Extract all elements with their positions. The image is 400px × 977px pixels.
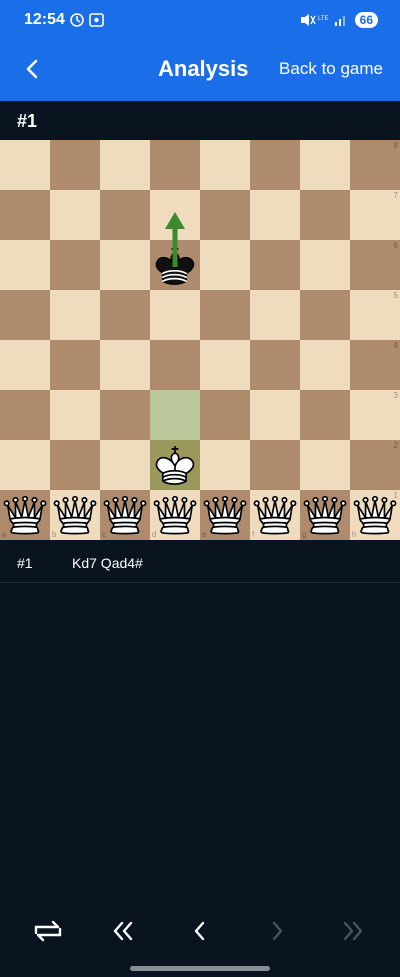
square-g7[interactable]: [300, 190, 350, 240]
square-d2[interactable]: [150, 440, 200, 490]
square-c4[interactable]: [100, 340, 150, 390]
square-e3[interactable]: [200, 390, 250, 440]
square-c6[interactable]: [100, 240, 150, 290]
analysis-navigation: [0, 905, 400, 955]
square-d3[interactable]: [150, 390, 200, 440]
move-list: #1 Kd7 Qad4#: [0, 540, 400, 583]
square-g3[interactable]: [300, 390, 350, 440]
square-d5[interactable]: [150, 290, 200, 340]
square-f3[interactable]: [250, 390, 300, 440]
first-move-icon[interactable]: [105, 913, 141, 949]
square-b5[interactable]: [50, 290, 100, 340]
square-d4[interactable]: [150, 340, 200, 390]
square-d7[interactable]: [150, 190, 200, 240]
next-move-icon[interactable]: [259, 913, 295, 949]
square-c8[interactable]: [100, 140, 150, 190]
square-h6[interactable]: 6: [350, 240, 400, 290]
square-a5[interactable]: [0, 290, 50, 340]
move-number: #1: [17, 555, 33, 571]
square-g1[interactable]: g: [300, 490, 350, 540]
move-text[interactable]: Kd7 Qad4#: [72, 555, 143, 571]
previous-move-icon[interactable]: [182, 913, 218, 949]
rank-label: 8: [393, 141, 398, 150]
rank-label: 6: [393, 241, 398, 250]
status-bar: 12:54 LTE 66: [0, 0, 400, 42]
flip-board-icon[interactable]: [30, 913, 66, 949]
square-c2[interactable]: [100, 440, 150, 490]
puzzle-label: #1: [17, 111, 38, 131]
square-a2[interactable]: [0, 440, 50, 490]
square-a1[interactable]: a: [0, 490, 50, 540]
square-d6[interactable]: [150, 240, 200, 290]
square-e2[interactable]: [200, 440, 250, 490]
square-f1[interactable]: f: [250, 490, 300, 540]
signal-icon: LTE: [300, 14, 345, 26]
square-b8[interactable]: [50, 140, 100, 190]
alarm-icon: [70, 13, 104, 27]
rank-label: 5: [393, 291, 398, 300]
square-e7[interactable]: [200, 190, 250, 240]
square-b3[interactable]: [50, 390, 100, 440]
square-a8[interactable]: [0, 140, 50, 190]
square-h8[interactable]: 8: [350, 140, 400, 190]
square-f5[interactable]: [250, 290, 300, 340]
square-g4[interactable]: [300, 340, 350, 390]
square-f2[interactable]: [250, 440, 300, 490]
status-system-icons: LTE 66: [299, 12, 378, 28]
square-b4[interactable]: [50, 340, 100, 390]
square-e5[interactable]: [200, 290, 250, 340]
square-c7[interactable]: [100, 190, 150, 240]
square-b6[interactable]: [50, 240, 100, 290]
square-h4[interactable]: 4: [350, 340, 400, 390]
square-c5[interactable]: [100, 290, 150, 340]
square-f4[interactable]: [250, 340, 300, 390]
square-a7[interactable]: [0, 190, 50, 240]
square-f8[interactable]: [250, 140, 300, 190]
square-b7[interactable]: [50, 190, 100, 240]
svg-text:LTE: LTE: [318, 16, 329, 22]
square-g8[interactable]: [300, 140, 350, 190]
square-a4[interactable]: [0, 340, 50, 390]
square-a6[interactable]: [0, 240, 50, 290]
rank-label: 3: [393, 391, 398, 400]
last-move-icon[interactable]: [335, 913, 371, 949]
home-indicator[interactable]: [130, 966, 270, 971]
chess-board[interactable]: 8 7 6 5 4 3 2 a b c d e f g 1 h: [0, 140, 400, 540]
page-title: Analysis: [158, 56, 249, 81]
square-d1[interactable]: d: [150, 490, 200, 540]
square-c3[interactable]: [100, 390, 150, 440]
square-g5[interactable]: [300, 290, 350, 340]
square-e1[interactable]: e: [200, 490, 250, 540]
square-f7[interactable]: [250, 190, 300, 240]
status-time: 12:54: [24, 11, 65, 28]
square-e4[interactable]: [200, 340, 250, 390]
rank-label: 7: [393, 191, 398, 200]
square-c1[interactable]: c: [100, 490, 150, 540]
square-e8[interactable]: [200, 140, 250, 190]
square-e6[interactable]: [200, 240, 250, 290]
square-f6[interactable]: [250, 240, 300, 290]
square-b1[interactable]: b: [50, 490, 100, 540]
square-h7[interactable]: 7: [350, 190, 400, 240]
square-d8[interactable]: [150, 140, 200, 190]
square-h3[interactable]: 3: [350, 390, 400, 440]
battery-indicator: 66: [354, 12, 378, 28]
square-h1[interactable]: 1h: [350, 490, 400, 540]
square-h5[interactable]: 5: [350, 290, 400, 340]
back-arrow-icon[interactable]: [18, 54, 48, 84]
rank-label: 2: [393, 441, 398, 450]
square-h2[interactable]: 2: [350, 440, 400, 490]
rank-label: 4: [393, 341, 398, 350]
square-b2[interactable]: [50, 440, 100, 490]
puzzle-header: #1: [0, 101, 400, 140]
square-g6[interactable]: [300, 240, 350, 290]
status-notification-icons: [70, 12, 106, 31]
back-to-game-button[interactable]: Back to game: [279, 59, 383, 79]
square-g2[interactable]: [300, 440, 350, 490]
square-a3[interactable]: [0, 390, 50, 440]
app-bar: Analysis Back to game: [0, 42, 400, 101]
